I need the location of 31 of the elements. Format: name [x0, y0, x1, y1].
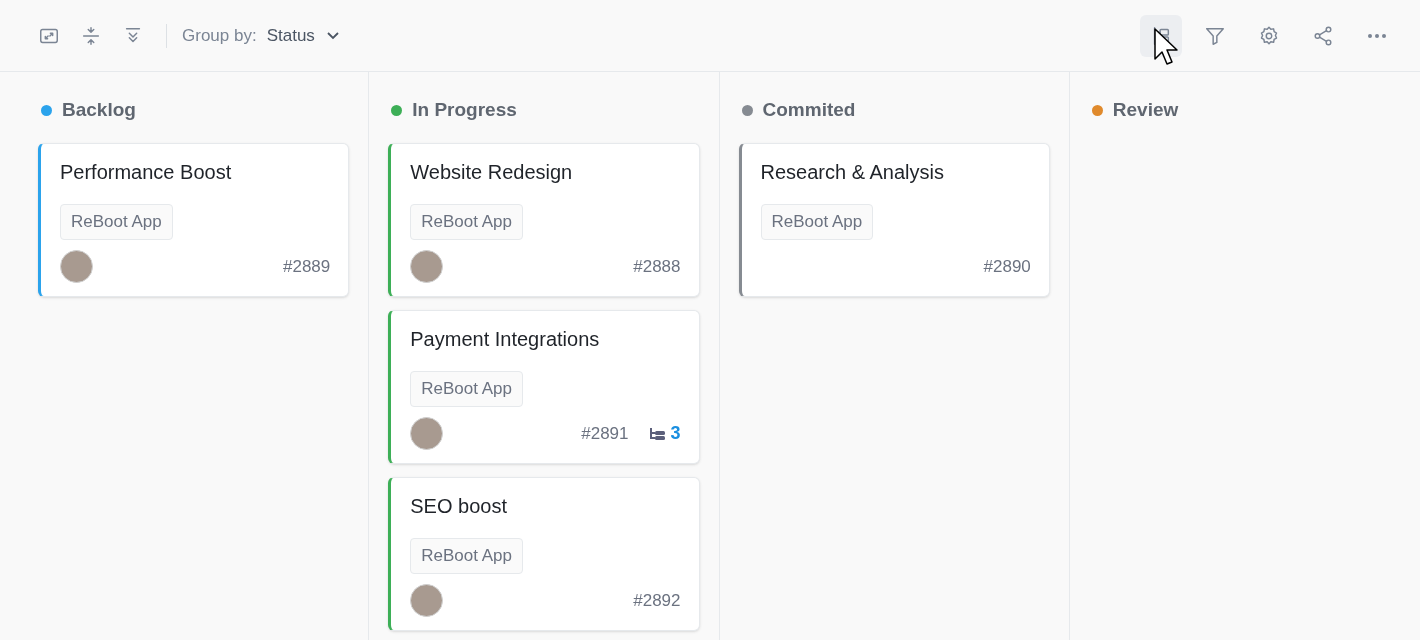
task-id: #2890 — [983, 255, 1031, 278]
task-card[interactable]: Website Redesign ReBoot App #2888 — [388, 143, 700, 297]
task-id: #2889 — [283, 255, 331, 278]
task-id: #2891 — [581, 422, 629, 445]
more-icon — [1367, 32, 1387, 39]
column-title: In Progress — [412, 97, 517, 122]
task-card[interactable]: SEO boost ReBoot App #2892 — [388, 477, 700, 631]
column-title: Commited — [762, 97, 856, 122]
project-tag: ReBoot App — [410, 538, 523, 574]
group-by-dropdown[interactable]: Status — [266, 22, 341, 49]
column-title: Backlog — [62, 97, 136, 122]
card-title: Payment Integrations — [410, 327, 601, 352]
card-title: Website Redesign — [410, 160, 574, 185]
subtask-icon — [648, 425, 667, 442]
task-card[interactable]: Payment Integrations ReBoot App #2891 3 — [388, 310, 700, 464]
collapse-icon — [80, 24, 102, 47]
card-title: SEO boost — [410, 494, 508, 519]
card-title: Performance Boost — [60, 160, 233, 185]
project-tag: ReBoot App — [410, 204, 523, 240]
settings-icon — [1258, 24, 1280, 47]
column-title: Review — [1112, 97, 1179, 122]
task-card[interactable]: Performance Boost ReBoot App #2889 — [38, 143, 350, 297]
share-icon — [1312, 24, 1334, 47]
project-tag: ReBoot App — [410, 371, 523, 407]
project-tag: ReBoot App — [760, 204, 874, 240]
task-id: #2888 — [633, 255, 681, 278]
project-tag: ReBoot App — [60, 204, 173, 240]
task-card[interactable]: Research & Analysis ReBoot App #2890 — [738, 143, 1050, 297]
group-by-label: Group by: — [182, 24, 257, 47]
task-id: #2892 — [633, 589, 681, 612]
card-title: Research & Analysis — [760, 160, 945, 185]
